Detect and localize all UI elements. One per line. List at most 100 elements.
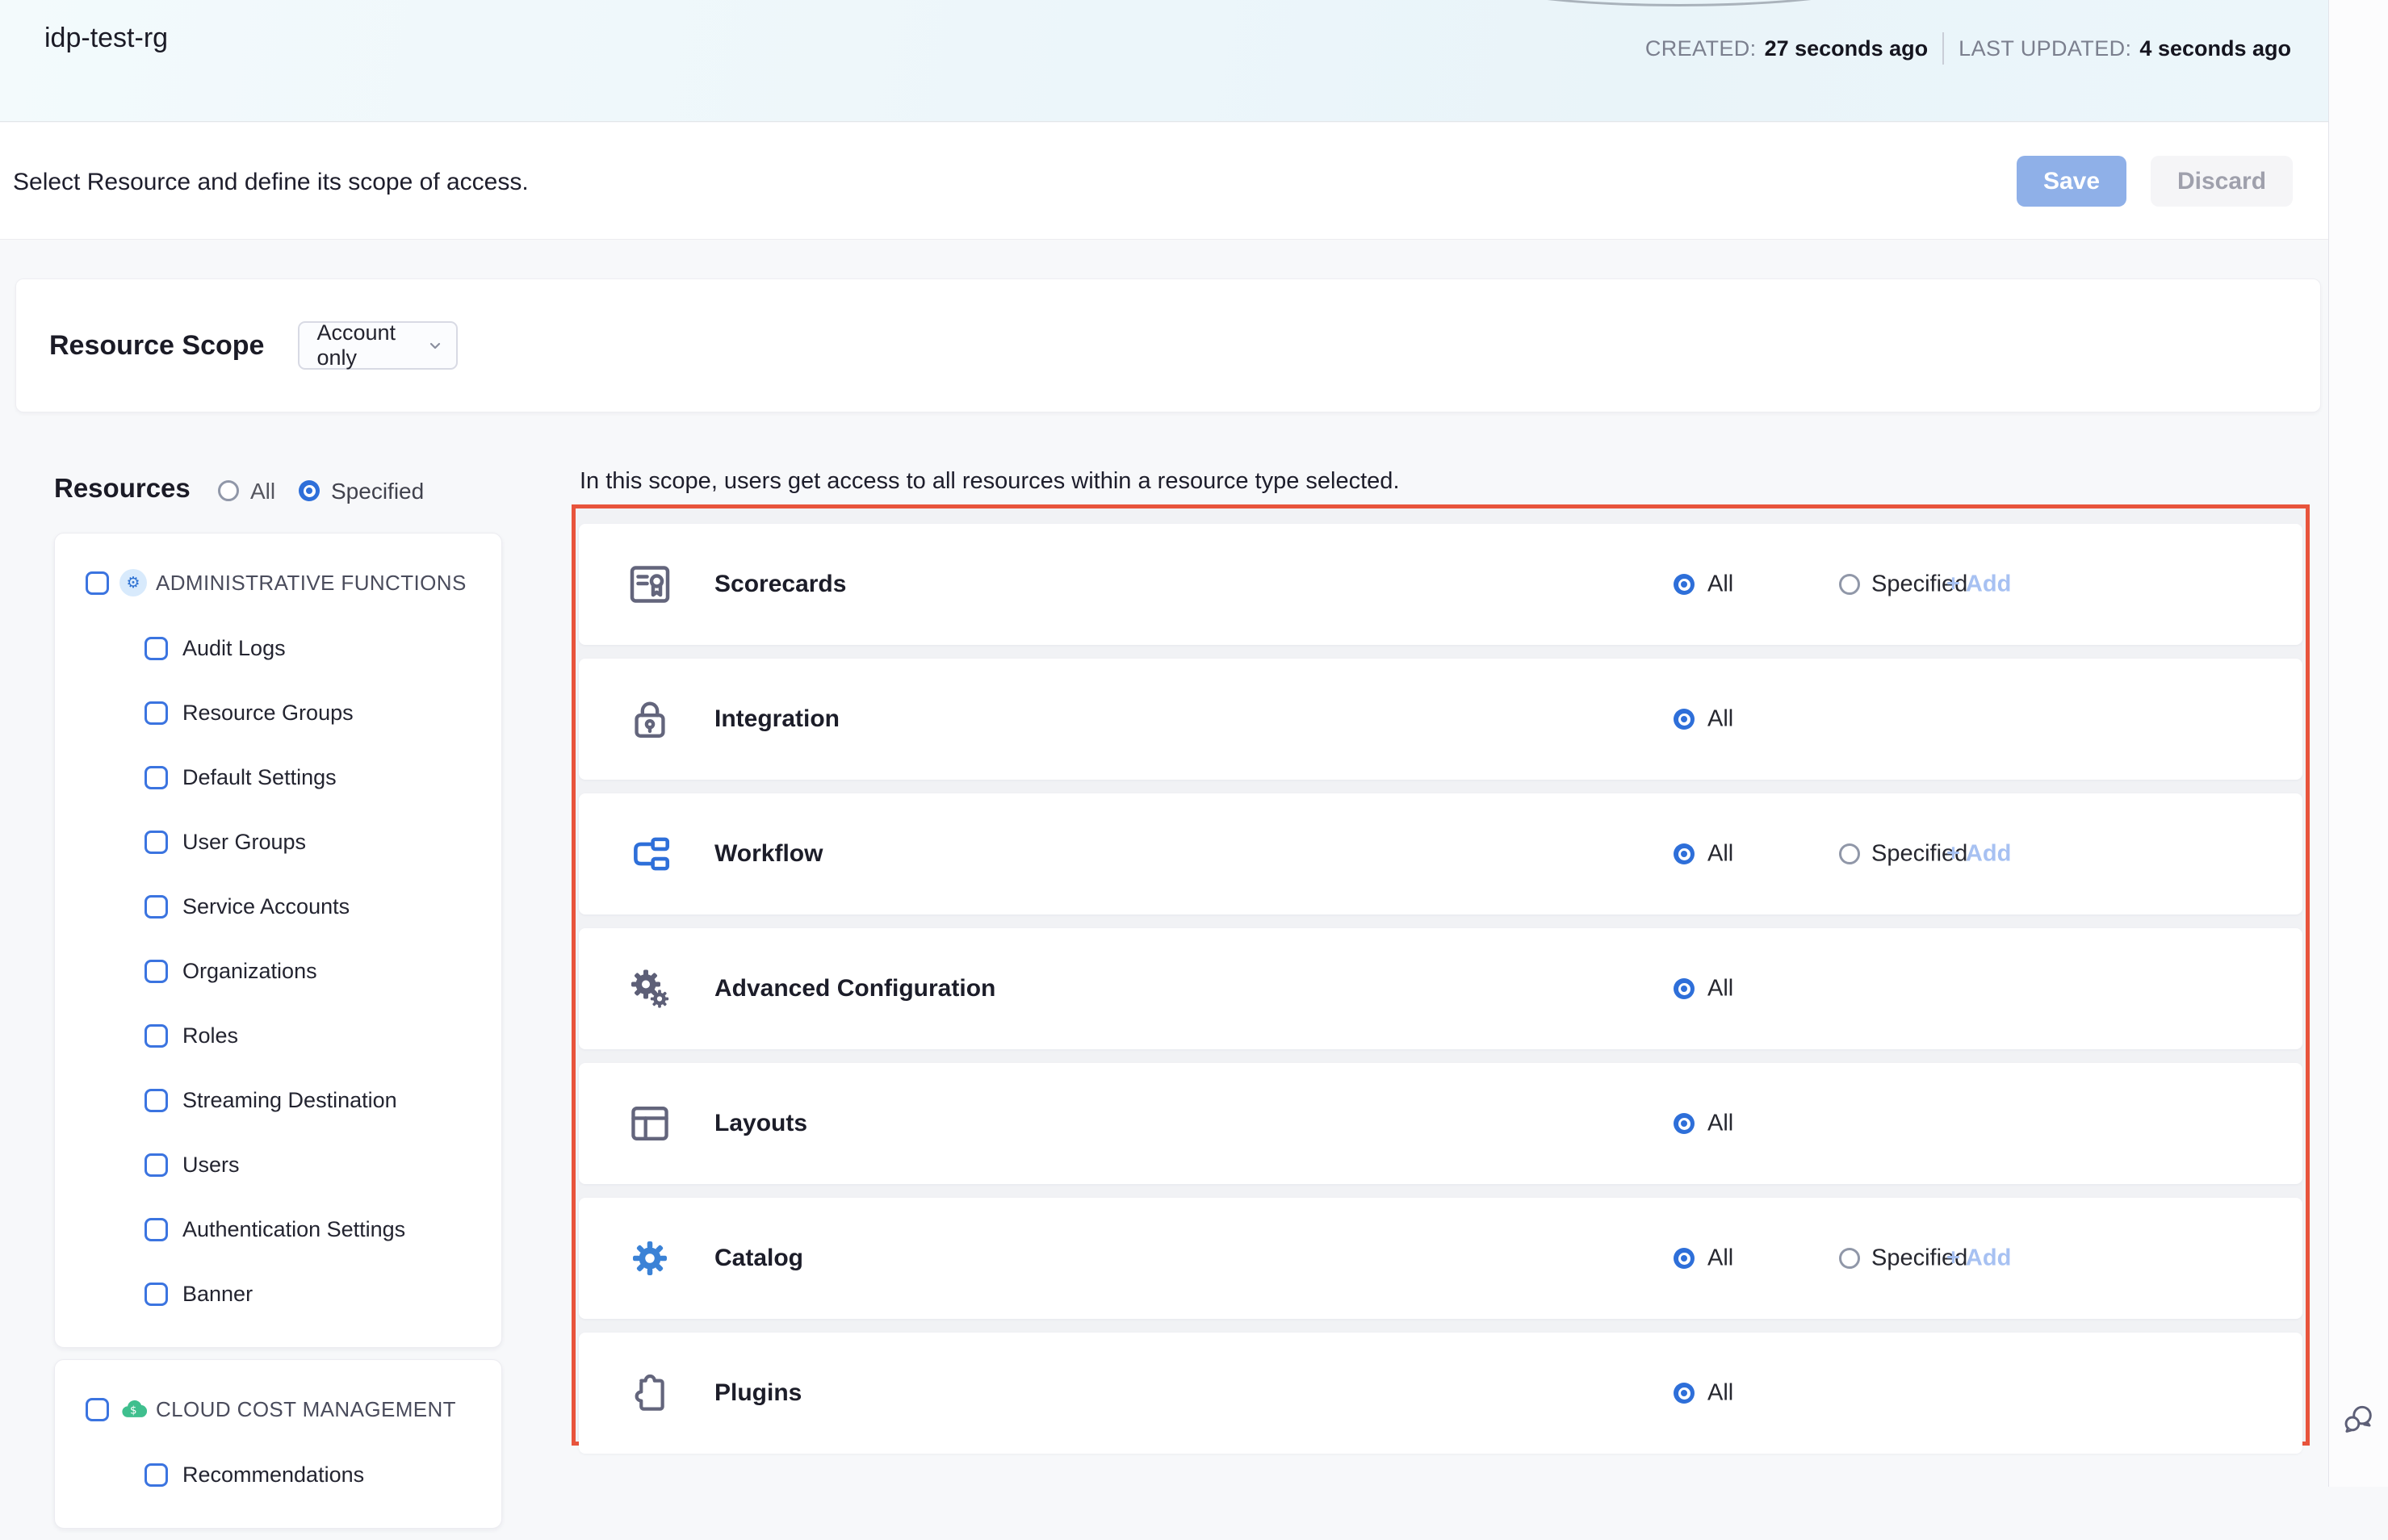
resource-item-label[interactable]: Users — [182, 1153, 240, 1178]
resource-group-card: ⚙ ADMINISTRATIVE FUNCTIONS Audit Logs Re… — [54, 533, 502, 1348]
specified-radio[interactable] — [1839, 574, 1860, 595]
all-label[interactable]: All — [1707, 841, 1733, 868]
resources-header: Resources All Specified — [54, 473, 506, 510]
all-label[interactable]: All — [1707, 1380, 1733, 1407]
lock-icon — [626, 695, 674, 743]
resource-item-row: Streaming Destination — [55, 1068, 501, 1132]
resource-group-label[interactable]: CLOUD COST MANAGEMENT — [156, 1397, 456, 1422]
add-link[interactable]: + Add — [1946, 1245, 2011, 1272]
resource-item-checkbox[interactable] — [145, 701, 168, 725]
resource-scope-card: Resource Scope Account only — [15, 278, 2321, 412]
resource-item-row: Audit Logs — [55, 616, 501, 680]
resource-type-name: Plugins — [714, 1379, 802, 1407]
resource-scope-select[interactable]: Account only — [298, 321, 458, 370]
resource-item-label[interactable]: Resource Groups — [182, 701, 354, 726]
resource-type-name: Layouts — [714, 1110, 807, 1137]
all-label[interactable]: All — [1707, 1245, 1733, 1272]
resource-group-label[interactable]: ADMINISTRATIVE FUNCTIONS — [156, 571, 467, 596]
resource-item-checkbox[interactable] — [145, 1218, 168, 1241]
resource-item-row: Resource Groups — [55, 680, 501, 745]
plugins-icon — [626, 1369, 674, 1417]
add-link[interactable]: + Add — [1946, 841, 2011, 868]
resource-group-header: $ CLOUD COST MANAGEMENT — [55, 1387, 501, 1431]
catalog-gear-icon — [626, 1234, 674, 1283]
administrative-functions-icon: ⚙ — [119, 569, 147, 596]
group-checkbox[interactable] — [86, 1398, 109, 1421]
resource-scope-value: Account only — [316, 320, 425, 370]
resource-item-label[interactable]: Authentication Settings — [182, 1217, 405, 1242]
resource-item-checkbox[interactable] — [145, 1153, 168, 1177]
all-radio[interactable] — [1674, 1383, 1695, 1404]
resource-type-row: Plugins All — [579, 1333, 2302, 1454]
group-checkbox[interactable] — [86, 571, 109, 595]
all-label[interactable]: All — [1707, 706, 1733, 733]
resource-type-name: Workflow — [714, 840, 823, 868]
resource-type-name: Integration — [714, 705, 840, 733]
all-radio[interactable] — [1674, 843, 1695, 864]
resource-item-row: Authentication Settings — [55, 1197, 501, 1262]
resource-item-row: Users — [55, 1132, 501, 1197]
resource-group-items: Audit Logs Resource Groups Default Setti… — [55, 616, 501, 1326]
resource-item-label[interactable]: Recommendations — [182, 1463, 364, 1488]
discard-button[interactable]: Discard — [2151, 156, 2293, 207]
chat-support-icon[interactable] — [2341, 1401, 2377, 1437]
scope-access-description: In this scope, users get access to all r… — [580, 468, 1400, 495]
resource-scope-label: Resource Scope — [49, 330, 264, 362]
resource-item-checkbox[interactable] — [145, 1024, 168, 1048]
resources-all-radio[interactable] — [218, 480, 239, 501]
advanced-configuration-gears-icon — [626, 965, 674, 1013]
resource-item-label[interactable]: Service Accounts — [182, 894, 350, 919]
resource-type-row: Workflow All Specified + Add — [579, 793, 2302, 914]
resource-type-row: Advanced Configuration All — [579, 928, 2302, 1049]
resource-item-label[interactable]: Organizations — [182, 959, 317, 984]
resource-item-label[interactable]: Audit Logs — [182, 636, 286, 661]
workflow-icon — [626, 830, 674, 878]
resource-item-label[interactable]: Roles — [182, 1023, 238, 1048]
created-updated-meta: CREATED: 27 seconds ago LAST UPDATED: 4 … — [1645, 32, 2291, 65]
resources-specified-label[interactable]: Specified — [331, 479, 424, 504]
resource-item-checkbox[interactable] — [145, 766, 168, 789]
resource-item-label[interactable]: Banner — [182, 1282, 253, 1307]
specified-radio[interactable] — [1839, 843, 1860, 864]
resource-group-header: ⚙ ADMINISTRATIVE FUNCTIONS — [55, 561, 501, 605]
meta-divider — [1942, 32, 1944, 65]
all-radio[interactable] — [1674, 1113, 1695, 1134]
all-radio[interactable] — [1674, 978, 1695, 999]
chevron-down-icon — [425, 336, 445, 355]
resource-item-row: Service Accounts — [55, 874, 501, 939]
toolbar: Select Resource and define its scope of … — [0, 123, 2328, 240]
resource-item-checkbox[interactable] — [145, 1283, 168, 1306]
resource-item-row: Default Settings — [55, 745, 501, 810]
resources-specified-radio[interactable] — [299, 480, 320, 501]
resource-item-label[interactable]: Streaming Destination — [182, 1088, 397, 1113]
toolbar-description: Select Resource and define its scope of … — [13, 169, 529, 196]
resource-item-checkbox[interactable] — [145, 960, 168, 983]
resource-type-name: Advanced Configuration — [714, 975, 995, 1002]
all-radio[interactable] — [1674, 574, 1695, 595]
resources-tree: ⚙ ADMINISTRATIVE FUNCTIONS Audit Logs Re… — [54, 533, 502, 1540]
resource-item-label[interactable]: Default Settings — [182, 765, 337, 790]
all-radio[interactable] — [1674, 1248, 1695, 1269]
specified-radio[interactable] — [1839, 1248, 1860, 1269]
resources-all-label[interactable]: All — [250, 479, 275, 504]
resource-item-checkbox[interactable] — [145, 895, 168, 919]
cloud-cost-icon: $ — [119, 1396, 147, 1423]
last-updated-label: LAST UPDATED: — [1959, 36, 2131, 61]
all-label[interactable]: All — [1707, 571, 1733, 598]
last-updated-value: 4 seconds ago — [2139, 36, 2291, 61]
resource-item-checkbox[interactable] — [145, 1463, 168, 1487]
right-gutter — [2328, 0, 2388, 1487]
all-radio[interactable] — [1674, 709, 1695, 730]
save-button[interactable]: Save — [2017, 156, 2126, 207]
resource-item-checkbox[interactable] — [145, 831, 168, 854]
resource-item-row: Banner — [55, 1262, 501, 1326]
resource-type-row: Layouts All — [579, 1063, 2302, 1184]
resource-item-row: Roles — [55, 1003, 501, 1068]
resource-item-checkbox[interactable] — [145, 637, 168, 660]
page-title: idp-test-rg — [44, 23, 168, 54]
resource-item-checkbox[interactable] — [145, 1089, 168, 1112]
all-label[interactable]: All — [1707, 976, 1733, 1002]
add-link[interactable]: + Add — [1946, 571, 2011, 598]
resource-item-label[interactable]: User Groups — [182, 830, 306, 855]
all-label[interactable]: All — [1707, 1111, 1733, 1137]
